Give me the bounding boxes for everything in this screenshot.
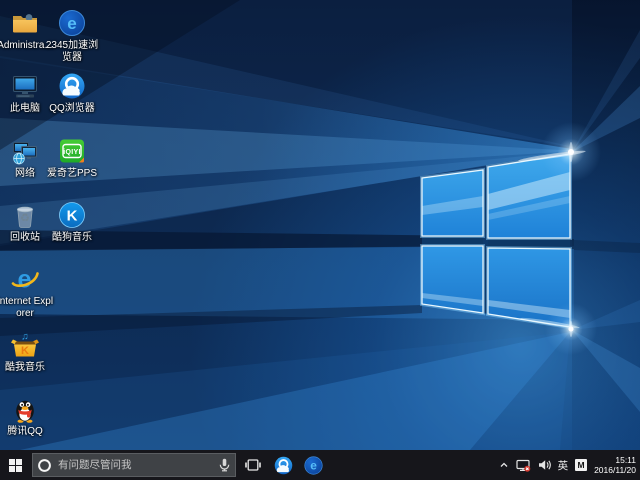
qq-browser-icon [273, 455, 294, 476]
iqiyi-icon: iQIYI [57, 136, 87, 166]
clock-time: 15:11 [594, 455, 636, 465]
svg-text:K: K [21, 345, 29, 357]
network-disconnected-icon[interactable] [516, 459, 531, 472]
windows-desktop-screen: Administra... e 2345加速浏览器 [0, 0, 640, 480]
2345-browser-icon: e [303, 455, 324, 476]
desktop-icon-label: 腾讯QQ [0, 426, 57, 438]
desktop-icon-tencent-qq[interactable]: 腾讯QQ [0, 394, 57, 438]
svg-text:♫: ♫ [21, 332, 29, 343]
desktop-icon-kuwo-music[interactable]: K ♫ 酷我音乐 [0, 330, 57, 374]
desktop-icon-label: 酷狗音乐 [40, 232, 104, 244]
start-button[interactable] [0, 450, 30, 480]
computer-monitor-icon [10, 71, 40, 101]
search-input[interactable] [56, 458, 218, 472]
clock-date: 2016/11/20 [594, 465, 636, 475]
desktop-icon-internet-explorer[interactable]: e Internet Explorer [0, 264, 57, 320]
desktop-icon-qq-browser[interactable]: QQ浏览器 [40, 71, 104, 115]
network-monitors-globe-icon [10, 136, 40, 166]
desktop-icon-2345-browser[interactable]: e 2345加速浏览器 [40, 8, 104, 64]
windows-logo-icon [9, 459, 22, 472]
task-view-icon [245, 458, 261, 472]
svg-text:e: e [18, 266, 32, 294]
taskbar-clock[interactable]: 15:11 2016/11/20 [594, 455, 636, 475]
cortana-search-box[interactable] [32, 453, 236, 477]
desktop: Administra... e 2345加速浏览器 [0, 0, 640, 450]
desktop-icon-label: Internet Explorer [0, 296, 57, 320]
task-view-button[interactable] [238, 450, 268, 480]
recycle-bin-icon: ♻ [10, 200, 40, 230]
2345-browser-icon: e [57, 8, 87, 38]
qq-penguin-icon [10, 394, 40, 424]
user-folder-icon [10, 8, 40, 38]
ime-mode-indicator[interactable]: M [575, 459, 587, 471]
cortana-icon [37, 458, 52, 473]
desktop-icon-label: 爱奇艺PPS [40, 168, 104, 180]
svg-text:e: e [67, 14, 76, 33]
system-tray: 英 M 15:11 2016/11/20 [499, 450, 640, 480]
show-hidden-icons-chevron[interactable] [499, 461, 509, 469]
desktop-icon-kugou-music[interactable]: K 酷狗音乐 [40, 200, 104, 244]
svg-text:e: e [310, 458, 317, 472]
desktop-icon-label: QQ浏览器 [40, 103, 104, 115]
desktop-icon-iqiyi-pps[interactable]: iQIYI 爱奇艺PPS [40, 136, 104, 180]
desktop-icon-label: 酷我音乐 [0, 362, 57, 374]
volume-icon[interactable] [538, 459, 551, 471]
kuwo-music-box-icon: K ♫ [10, 330, 40, 360]
kugou-music-icon: K [57, 200, 87, 230]
svg-text:♻: ♻ [20, 213, 30, 225]
ime-language-indicator[interactable]: 英 [558, 458, 569, 473]
taskbar-qq-browser-button[interactable] [268, 450, 298, 480]
qq-browser-icon [57, 71, 87, 101]
svg-text:K: K [67, 208, 78, 225]
svg-text:iQIYI: iQIYI [63, 149, 80, 156]
taskbar-2345-browser-button[interactable]: e [298, 450, 328, 480]
desktop-icon-label: 2345加速浏览器 [40, 40, 104, 64]
microphone-icon[interactable] [218, 458, 231, 472]
internet-explorer-icon: e [10, 264, 40, 294]
taskbar: e 英 M 15:11 2016/1 [0, 450, 640, 480]
